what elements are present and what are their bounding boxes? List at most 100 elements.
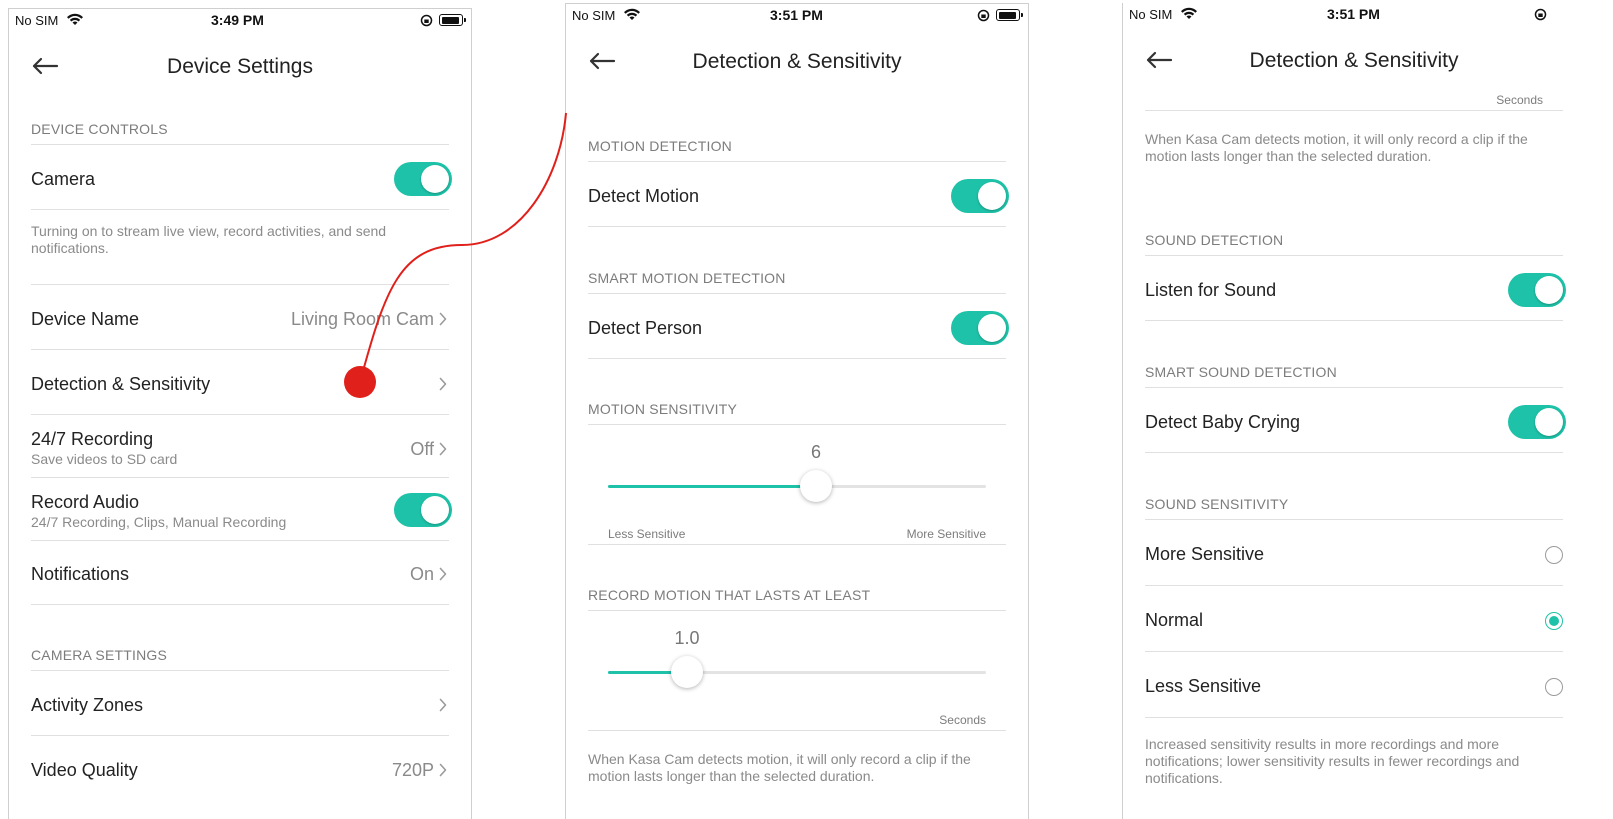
duration-value: 1.0 [674,628,700,648]
seconds-label: Seconds [939,713,986,727]
divider [588,358,1006,359]
chevron-right-icon [439,442,447,456]
detect-motion-toggle[interactable] [951,179,1009,213]
carrier-label: No SIM [1129,7,1173,22]
listen-for-sound-toggle[interactable] [1508,273,1566,307]
section-motion-detection: MOTION DETECTION [588,138,732,154]
detection-sensitivity-scrolled-screen: No SIM 3:51 PM Detection & Sensitivity S… [1122,3,1613,819]
battery-icon [439,14,466,26]
camera-label: Camera [31,169,96,189]
divider [1145,452,1563,453]
option-label: Normal [1145,610,1204,630]
radio-button[interactable] [1545,678,1563,696]
carrier-label: No SIM [572,8,616,23]
divider [31,477,449,478]
divider [588,544,1006,545]
option-label: More Sensitive [1145,544,1265,564]
seconds-label: Seconds [1496,93,1543,107]
device-name-row[interactable]: Device Name Living Room Cam [9,285,471,349]
divider [1145,110,1563,111]
duration-description: When Kasa Cam detects motion, it will on… [588,751,971,784]
divider [1145,387,1563,388]
more-sensitive-label: More Sensitive [906,527,986,541]
video-quality-value: 720P [391,760,434,780]
divider [1145,717,1563,718]
option-more-sensitive[interactable]: More Sensitive [1123,520,1613,585]
rotation-lock-icon [977,9,990,22]
notifications-label: Notifications [31,564,130,584]
status-time: 3:49 PM [211,12,264,28]
notifications-row[interactable]: Notifications On [9,541,471,605]
detect-person-label: Detect Person [588,318,703,338]
listen-for-sound-label: Listen for Sound [1145,280,1277,300]
sensitivity-value: 6 [810,442,821,462]
chevron-right-icon [439,567,447,581]
recording-sublabel: Save videos to SD card [31,451,178,467]
page-title: Device Settings [167,55,313,78]
less-sensitive-label: Less Sensitive [608,527,686,541]
recording-row[interactable]: 24/7 Recording Save videos to SD card Of… [9,415,471,477]
divider [588,293,1006,294]
option-less-sensitive[interactable]: Less Sensitive [1123,652,1613,717]
wifi-icon [1181,7,1197,19]
section-record-motion: RECORD MOTION THAT LASTS AT LEAST [588,587,871,603]
section-sound-detection: SOUND DETECTION [1145,232,1284,248]
wifi-icon [67,13,83,25]
slider-fill [608,485,816,488]
detection-sensitivity-screen: No SIM 3:51 PM Detection & Sensitivity M… [565,3,1029,819]
radio-button[interactable] [1545,612,1563,630]
chevron-right-icon [439,698,447,712]
status-time: 3:51 PM [1327,6,1380,22]
radio-button[interactable] [1545,546,1563,564]
device-name-value: Living Room Cam [290,309,434,329]
rotation-lock-icon [1534,8,1547,21]
detect-person-toggle[interactable] [951,311,1009,345]
divider [588,226,1006,227]
divider [1145,320,1563,321]
divider [1145,255,1563,256]
section-camera-settings: CAMERA SETTINGS [31,647,168,663]
duration-description: When Kasa Cam detects motion, it will on… [1145,131,1528,164]
divider [588,610,1006,611]
camera-toggle[interactable] [394,162,452,196]
section-smart-motion-detection: SMART MOTION DETECTION [588,270,786,286]
detect-motion-label: Detect Motion [588,186,700,206]
chevron-right-icon [439,312,447,326]
back-arrow-icon[interactable] [31,57,59,75]
rotation-lock-icon [420,14,433,27]
back-arrow-icon[interactable] [588,52,616,70]
option-label: Less Sensitive [1145,676,1262,696]
record-audio-sublabel: 24/7 Recording, Clips, Manual Recording [31,514,287,530]
detection-sensitivity-row[interactable]: Detection & Sensitivity [9,350,471,414]
section-device-controls: DEVICE CONTROLS [31,121,168,137]
record-audio-toggle[interactable] [394,493,452,527]
page-title: Detection & Sensitivity [1249,49,1459,72]
detection-sensitivity-label: Detection & Sensitivity [31,374,211,394]
option-normal[interactable]: Normal [1123,586,1613,651]
carrier-label: No SIM [15,13,59,28]
notifications-value: On [409,564,434,584]
duration-slider[interactable]: 1.0 [608,628,986,688]
motion-sensitivity-slider[interactable]: 6 [608,442,986,502]
video-quality-row[interactable]: Video Quality 720P [9,736,471,800]
detect-baby-crying-label: Detect Baby Crying [1145,412,1301,432]
chevron-right-icon [439,377,447,391]
detect-baby-crying-toggle[interactable] [1508,405,1566,439]
chevron-right-icon [439,763,447,777]
page-title: Detection & Sensitivity [692,50,902,73]
divider [31,144,449,145]
slider-thumb[interactable] [800,470,832,502]
recording-label: 24/7 Recording [31,429,154,449]
activity-zones-row[interactable]: Activity Zones [9,671,471,735]
wifi-icon [624,8,640,20]
recording-value: Off [410,439,434,459]
section-sound-sensitivity: SOUND SENSITIVITY [1145,496,1289,512]
divider [31,209,449,210]
divider [588,161,1006,162]
battery-icon [996,9,1023,21]
device-settings-screen: No SIM 3:49 PM Device Settings DEVICE CO… [8,8,472,819]
divider [588,730,1006,731]
back-arrow-icon[interactable] [1145,51,1173,69]
section-smart-sound-detection: SMART SOUND DETECTION [1145,364,1337,380]
slider-thumb[interactable] [671,656,703,688]
